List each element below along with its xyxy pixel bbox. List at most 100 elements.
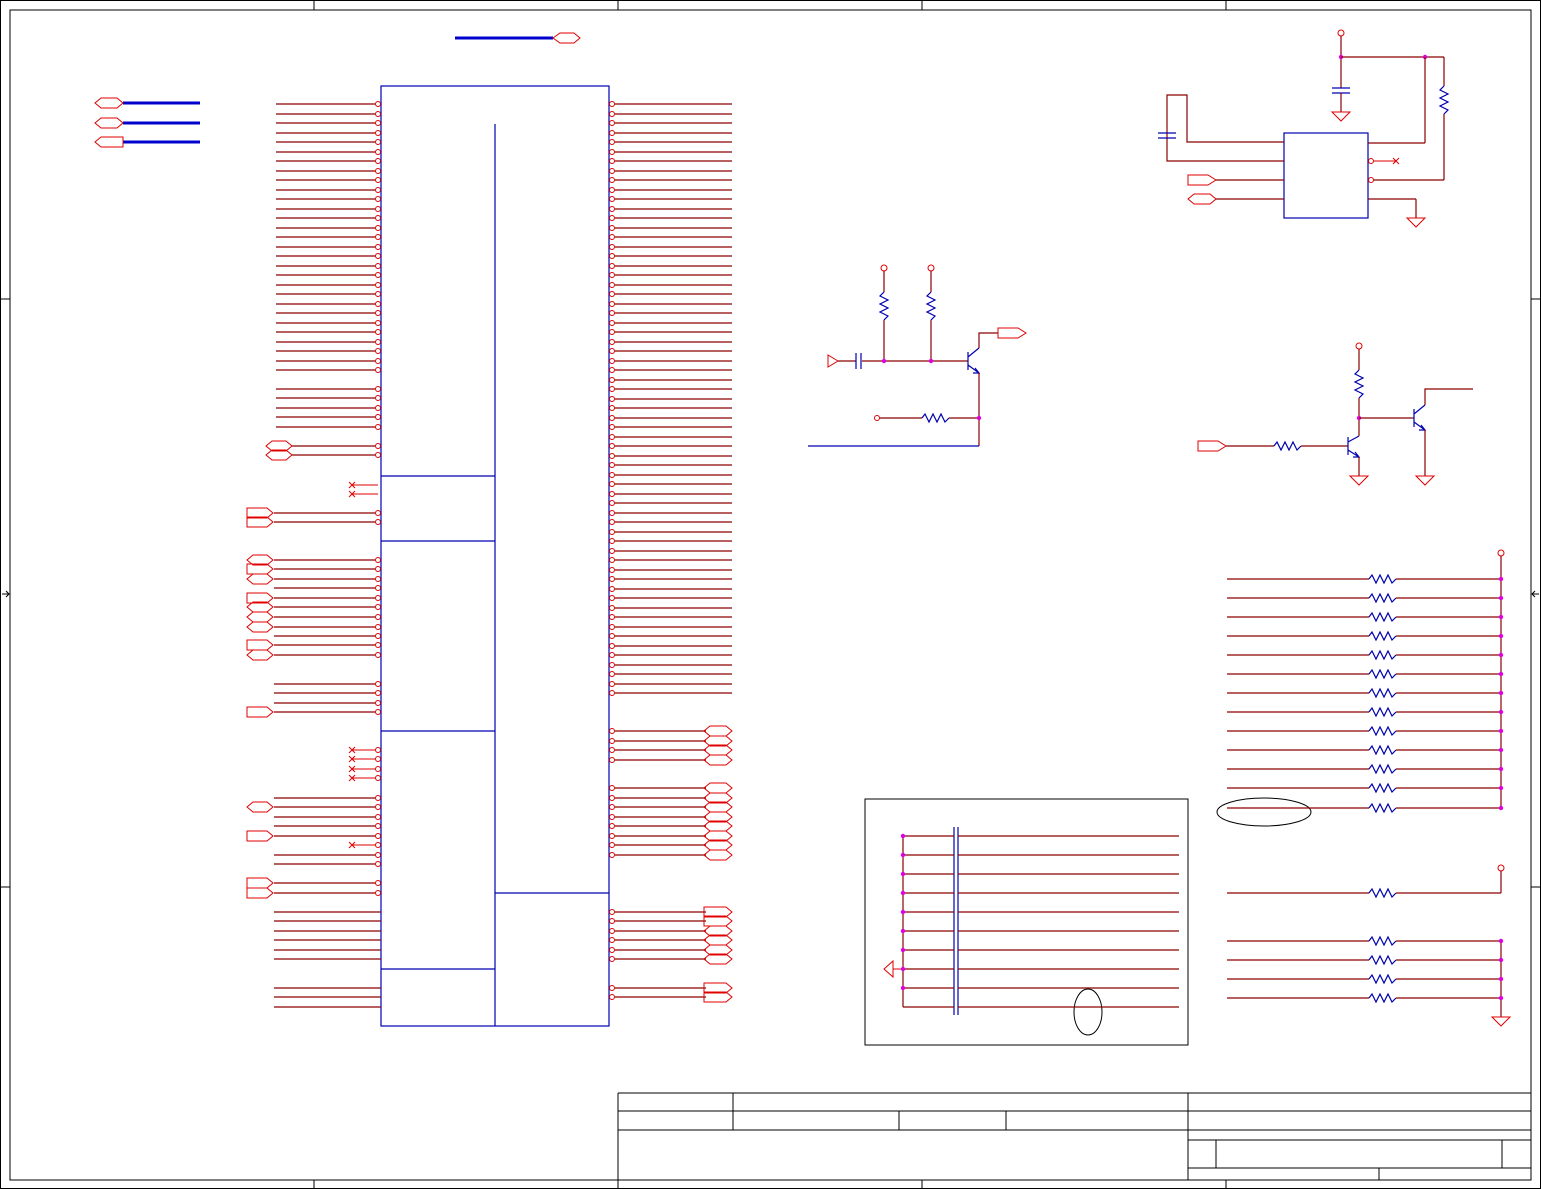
pin-end xyxy=(375,823,381,829)
pin-end xyxy=(375,852,381,858)
resistor-icon xyxy=(1368,706,1397,718)
resistor-icon xyxy=(878,291,890,321)
pin-end xyxy=(375,443,381,449)
resistor-icon xyxy=(1368,611,1397,623)
pin-end xyxy=(609,481,615,487)
pin-end xyxy=(375,301,381,307)
pin-end xyxy=(375,196,381,202)
pin-end xyxy=(375,149,381,155)
pin-end xyxy=(609,158,615,164)
pin-end xyxy=(375,604,381,610)
pin-end xyxy=(375,139,381,145)
pin-end xyxy=(609,225,615,231)
main-ic xyxy=(380,85,610,1027)
offpage-connector xyxy=(246,649,274,661)
pin-end xyxy=(375,566,381,572)
pin-end xyxy=(609,206,615,212)
pin-end xyxy=(609,443,615,449)
pin-end xyxy=(375,272,381,278)
pin-end xyxy=(609,377,615,383)
pin-end xyxy=(375,700,381,706)
ground-icon xyxy=(1490,1016,1512,1027)
pin-end xyxy=(375,795,381,801)
pin-end xyxy=(609,320,615,326)
pin-end xyxy=(375,624,381,630)
pin-end xyxy=(375,709,381,715)
right-signal-connectors xyxy=(703,725,733,1003)
pin-end xyxy=(609,567,615,573)
junction-dot xyxy=(900,871,906,877)
pin-end xyxy=(375,187,381,193)
junction-dot xyxy=(1498,633,1504,639)
pin-end xyxy=(609,690,615,696)
resistor-icon xyxy=(921,412,950,424)
npn-transistor-icon xyxy=(1347,435,1361,458)
pin-end xyxy=(609,576,615,582)
pin-end xyxy=(375,395,381,401)
offpage-connector xyxy=(246,801,274,813)
pin-end xyxy=(609,386,615,392)
eeprom-ic xyxy=(1283,132,1369,219)
pin-end xyxy=(609,244,615,250)
resistor-icon xyxy=(1368,802,1397,814)
pin-end xyxy=(375,215,381,221)
junction-dot xyxy=(1498,957,1504,963)
pin-end xyxy=(375,747,381,753)
pin-end xyxy=(609,937,615,943)
pin-end xyxy=(609,500,615,506)
resistor-icon xyxy=(1368,935,1397,947)
pin-end xyxy=(375,614,381,620)
offpage-connector xyxy=(246,877,274,889)
resistor-icon xyxy=(1273,440,1302,452)
pin-end xyxy=(375,756,381,762)
pin-end xyxy=(375,766,381,772)
pin-end xyxy=(609,918,615,924)
pin-end xyxy=(609,785,615,791)
offpage-connector xyxy=(246,573,274,585)
pin-end xyxy=(609,994,615,1000)
offpage-connector xyxy=(246,830,274,842)
pin-end xyxy=(609,624,615,630)
pin-end xyxy=(609,519,615,525)
junction-dot xyxy=(900,985,906,991)
pin-end xyxy=(609,301,615,307)
pin-end xyxy=(609,348,615,354)
highlight-ellipse xyxy=(1073,988,1103,1036)
pin-end xyxy=(609,358,615,364)
pin-end xyxy=(609,652,615,658)
pin-end xyxy=(375,842,381,848)
resistor-icon xyxy=(1368,954,1397,966)
pin-end xyxy=(609,177,615,183)
pin-end xyxy=(609,548,615,554)
resistor-icon xyxy=(1368,973,1397,985)
pin-end xyxy=(375,452,381,458)
main-ic-left-pins xyxy=(274,101,381,1008)
pin-end xyxy=(609,187,615,193)
offpage-connector xyxy=(246,639,274,651)
pin-end xyxy=(609,852,615,858)
pin-end xyxy=(375,282,381,288)
ground-icon xyxy=(1414,475,1436,486)
pin-end xyxy=(609,367,615,373)
pin-end xyxy=(609,472,615,478)
highlight-ellipse xyxy=(1216,797,1312,827)
pin-end xyxy=(609,253,615,259)
junction-dot xyxy=(900,947,906,953)
pin-end xyxy=(609,196,615,202)
resistor-icon xyxy=(1368,744,1397,756)
pin-end xyxy=(609,453,615,459)
junction-dot xyxy=(1498,576,1504,582)
main-ic-right-pins xyxy=(609,101,732,1000)
pin-end xyxy=(609,130,615,136)
pin-end xyxy=(609,339,615,345)
top-bus xyxy=(455,32,581,44)
resistor-icon xyxy=(1368,630,1397,642)
pin-end xyxy=(609,662,615,668)
transistor-circuit-2 xyxy=(1197,342,1473,486)
resistor-icon xyxy=(1438,85,1450,115)
pin-end xyxy=(375,320,381,326)
pin-end xyxy=(375,804,381,810)
junction-dot xyxy=(1498,709,1504,715)
pin-end xyxy=(609,101,615,107)
pin-end xyxy=(609,605,615,611)
